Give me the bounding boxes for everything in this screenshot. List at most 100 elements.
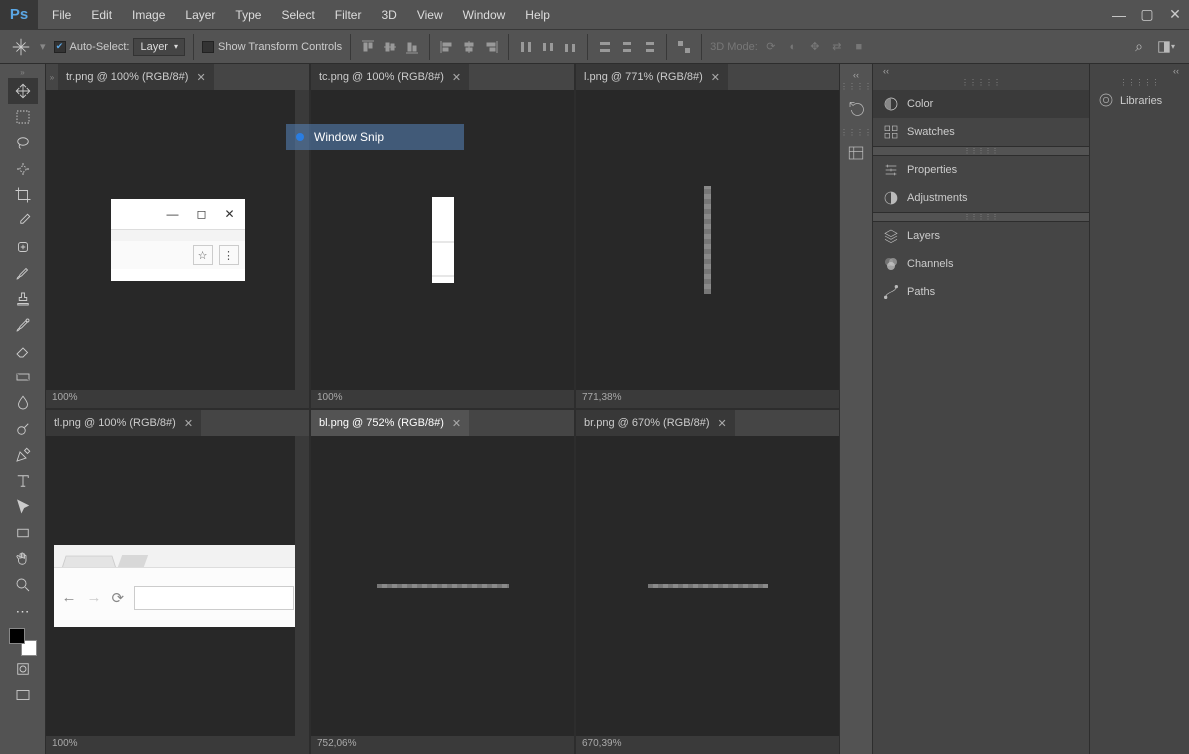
doc-tab-l[interactable]: l.png @ 771% (RGB/8#) ✕ [576, 64, 728, 90]
doc-tab-tr[interactable]: tr.png @ 100% (RGB/8#) ✕ [58, 64, 214, 90]
3d-orbit-icon[interactable]: ⟳ [762, 38, 780, 56]
collapse-libraries-icon[interactable]: ‹‹ [1167, 64, 1185, 78]
panel-color[interactable]: Color [873, 90, 1089, 118]
3d-zoom-icon[interactable]: ■ [850, 38, 868, 56]
blur-tool[interactable] [8, 390, 38, 416]
screen-mode-toggle[interactable] [8, 682, 38, 708]
panel-adjustments[interactable]: Adjustments [873, 184, 1089, 212]
align-right-icon[interactable] [482, 38, 500, 56]
zoom-tool[interactable] [8, 572, 38, 598]
menu-window[interactable]: Window [453, 0, 516, 30]
close-icon[interactable]: ✕ [452, 71, 461, 84]
color-swatch[interactable] [9, 628, 37, 656]
maximize-button[interactable]: ▢ [1133, 0, 1161, 30]
auto-align-icon[interactable] [675, 38, 693, 56]
eyedropper-tool[interactable] [8, 208, 38, 234]
transform-label: Show Transform Controls [218, 41, 342, 53]
3d-slide-icon[interactable]: ⇄ [828, 38, 846, 56]
menu-layer[interactable]: Layer [175, 0, 225, 30]
workspace-switcher[interactable]: ▾ [1157, 38, 1175, 56]
close-icon[interactable]: ✕ [718, 417, 727, 430]
current-tool-icon[interactable] [10, 36, 32, 58]
menu-edit[interactable]: Edit [81, 0, 122, 30]
3d-roll-icon[interactable]: ◐ [784, 38, 802, 56]
lasso-tool[interactable] [8, 130, 38, 156]
menu-help[interactable]: Help [515, 0, 560, 30]
search-icon[interactable]: ⌕ [1129, 38, 1149, 55]
dist-vcenter-icon[interactable] [539, 38, 557, 56]
doc-tab-br[interactable]: br.png @ 670% (RGB/8#) ✕ [576, 410, 735, 436]
close-icon[interactable]: ✕ [711, 71, 720, 84]
history-panel-icon[interactable] [841, 92, 871, 122]
close-icon[interactable]: ✕ [196, 71, 205, 84]
dist-bottom-icon[interactable] [561, 38, 579, 56]
close-icon[interactable]: ✕ [184, 417, 193, 430]
tab-handle[interactable]: » [46, 64, 58, 90]
menu-3d[interactable]: 3D [371, 0, 406, 30]
panel-paths[interactable]: Paths [873, 278, 1089, 306]
transform-checkbox[interactable] [202, 41, 214, 53]
history-brush-tool[interactable] [8, 312, 38, 338]
dist-hcenter-icon[interactable] [618, 38, 636, 56]
doc-tab-tc[interactable]: tc.png @ 100% (RGB/8#) ✕ [311, 64, 469, 90]
align-bottom-icon[interactable] [403, 38, 421, 56]
close-button[interactable]: ✕ [1161, 0, 1189, 30]
quick-select-tool[interactable] [8, 156, 38, 182]
doc-canvas-bl[interactable] [311, 436, 574, 736]
collapse-panels-icon[interactable]: ‹‹ [877, 64, 895, 78]
doc-tab-bl[interactable]: bl.png @ 752% (RGB/8#) ✕ [311, 410, 469, 436]
toolbox-handle[interactable]: » [20, 68, 24, 78]
healing-tool[interactable] [8, 234, 38, 260]
minimize-button[interactable]: — [1105, 0, 1133, 30]
doc-canvas-tl[interactable]: ←→⟳ [46, 436, 309, 736]
actions-panel-icon[interactable] [841, 138, 871, 168]
dodge-tool[interactable] [8, 416, 38, 442]
window-snip-overlay[interactable]: Window Snip [286, 124, 464, 150]
align-left-icon[interactable] [438, 38, 456, 56]
pen-tool[interactable] [8, 442, 38, 468]
marquee-tool[interactable] [8, 104, 38, 130]
menu-filter[interactable]: Filter [325, 0, 372, 30]
brush-tool[interactable] [8, 260, 38, 286]
autoselect-dropdown[interactable]: Layer▾ [133, 38, 185, 56]
stamp-tool[interactable] [8, 286, 38, 312]
gradient-tool[interactable] [8, 364, 38, 390]
dist-top-icon[interactable] [517, 38, 535, 56]
menu-file[interactable]: File [42, 0, 81, 30]
doc-canvas-tr[interactable]: —◻✕ ☆⋮ [46, 90, 309, 390]
3d-pan-icon[interactable]: ✥ [806, 38, 824, 56]
menu-type[interactable]: Type [225, 0, 271, 30]
edit-toolbar[interactable]: ⋯ [8, 598, 38, 624]
align-hcenter-icon[interactable] [460, 38, 478, 56]
panel-properties[interactable]: Properties [873, 156, 1089, 184]
expand-strip-icon[interactable]: ‹‹ [847, 68, 865, 82]
libraries-tab[interactable]: Libraries [1090, 87, 1189, 115]
dist-left-icon[interactable] [596, 38, 614, 56]
scrollbar-v[interactable] [295, 436, 309, 736]
type-tool[interactable] [8, 468, 38, 494]
autoselect-checkbox[interactable] [54, 41, 66, 53]
doc-tab-tl[interactable]: tl.png @ 100% (RGB/8#) ✕ [46, 410, 201, 436]
menubar: File Edit Image Layer Type Select Filter… [38, 0, 1105, 30]
rectangle-tool[interactable] [8, 520, 38, 546]
eraser-tool[interactable] [8, 338, 38, 364]
doc-canvas-br[interactable] [576, 436, 839, 736]
doc-canvas-l[interactable] [576, 90, 839, 390]
doc-tab-label: tr.png @ 100% (RGB/8#) [66, 71, 188, 83]
doc-status-bl: 752,06% [311, 736, 574, 754]
menu-image[interactable]: Image [122, 0, 175, 30]
menu-select[interactable]: Select [271, 0, 324, 30]
align-vcenter-icon[interactable] [381, 38, 399, 56]
close-icon[interactable]: ✕ [452, 417, 461, 430]
menu-view[interactable]: View [407, 0, 453, 30]
move-tool[interactable] [8, 78, 38, 104]
dist-right-icon[interactable] [640, 38, 658, 56]
hand-tool[interactable] [8, 546, 38, 572]
panel-layers[interactable]: Layers [873, 222, 1089, 250]
quick-mask-toggle[interactable] [8, 656, 38, 682]
align-top-icon[interactable] [359, 38, 377, 56]
panel-channels[interactable]: Channels [873, 250, 1089, 278]
path-select-tool[interactable] [8, 494, 38, 520]
crop-tool[interactable] [8, 182, 38, 208]
panel-swatches[interactable]: Swatches [873, 118, 1089, 146]
